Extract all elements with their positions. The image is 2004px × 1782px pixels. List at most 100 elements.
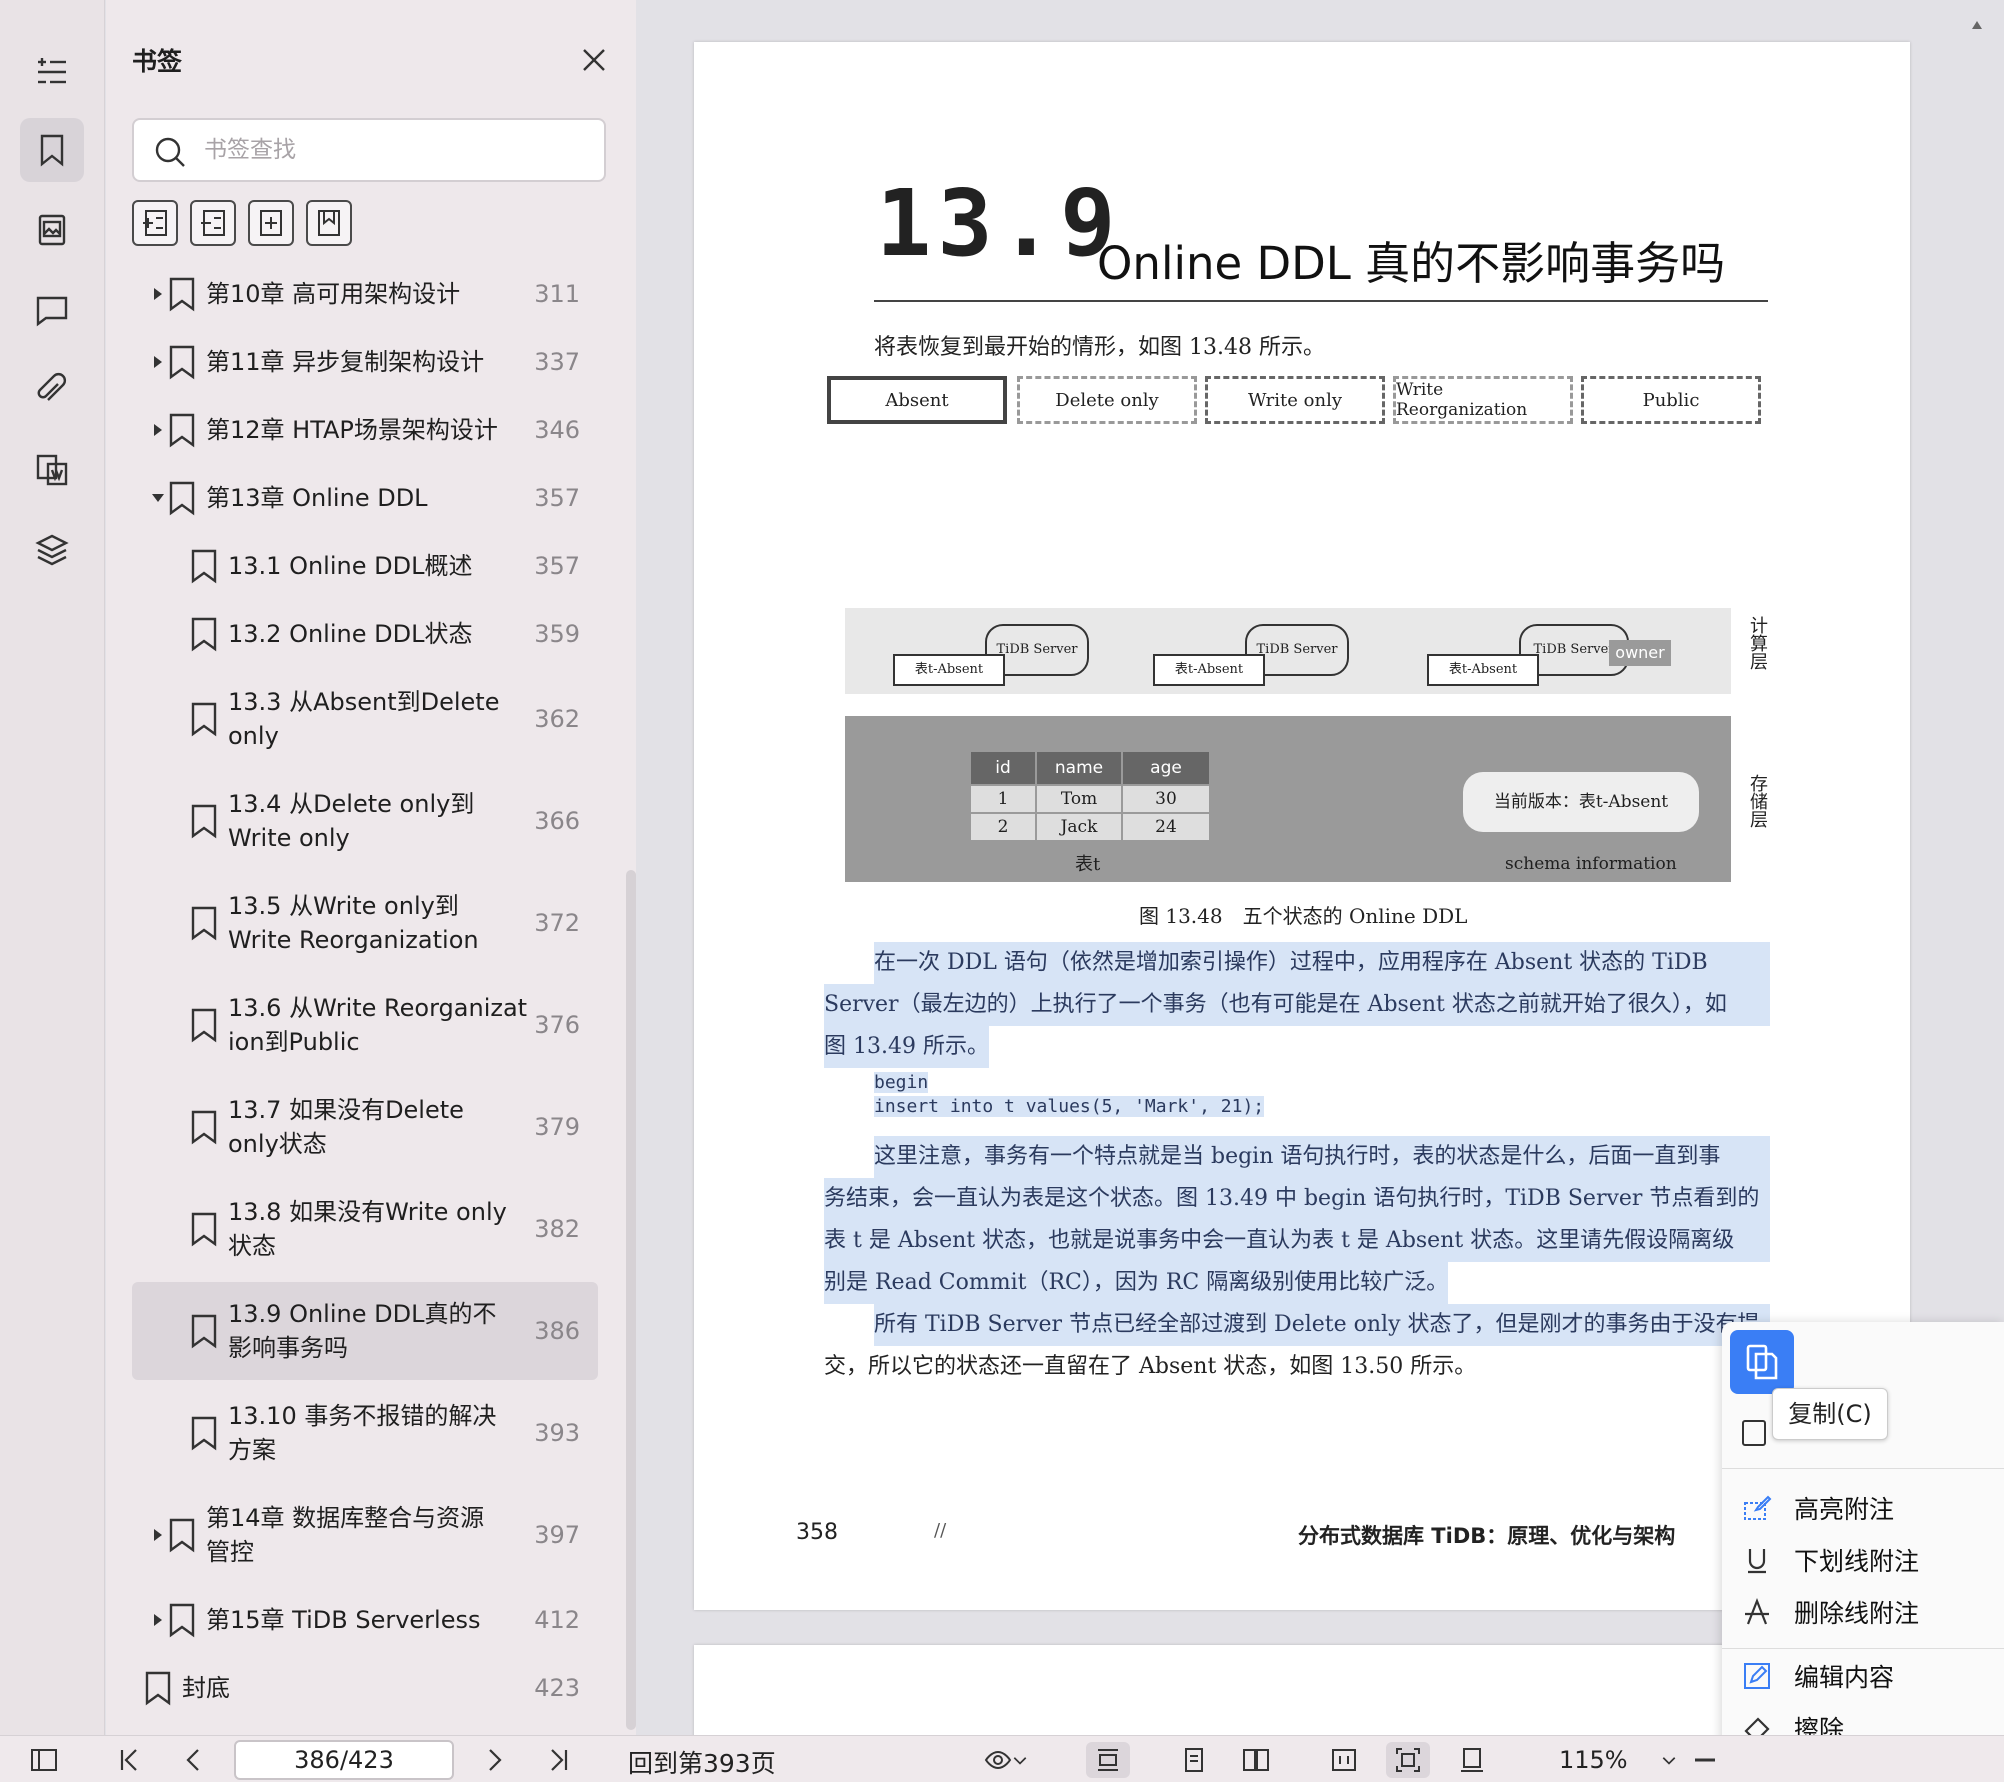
title-rule [874,300,1768,302]
bookmark-item[interactable]: 第15章 TiDB Serverless 412 [132,1588,598,1652]
data-table: id name age 1 Tom 30 2 Jack 24 [969,750,1211,842]
prev-page-button[interactable] [176,1742,212,1778]
bookmark-icon[interactable] [20,118,84,182]
bookmark-item[interactable]: 第13章 Online DDL 357 [132,466,598,530]
bookmark-item[interactable]: 第14章 数据库整合与资源管控 397 [132,1486,598,1584]
menu-item-edit[interactable]: 编辑内容 [1742,1656,1894,1696]
storage-layer-label: 存储层 [1750,774,1768,831]
bookmark-label: 第13章 Online DDL [206,484,428,512]
collapse-icon [201,210,225,236]
sidebar-icon [31,1749,57,1771]
bookmark-item[interactable]: 第12章 HTAP场景架构设计 346 [132,398,598,462]
zoom-select[interactable]: 115% [1553,1742,1683,1778]
bookmark-item-selected[interactable]: 13.9 Online DDL真的不影响事务吗 386 [132,1282,598,1380]
menu-item-label: 高亮附注 [1794,1495,1895,1524]
text-line[interactable]: 所有 TiDB Server 节点已经全部过渡到 Delete only 状态了… [874,1304,1770,1346]
text-line[interactable]: 表 t 是 Absent 状态，也就是说事务中会一直认为表 t 是 Absent… [824,1220,1770,1262]
bookmark-item[interactable]: 13.4 从Delete only到Write only 366 [132,772,598,870]
bookmark-scrollbar[interactable] [626,870,636,1730]
bookmark-label: 13.3 从Absent到Delete only [228,688,500,750]
page-extract-icon[interactable] [20,438,84,502]
last-page-button[interactable] [540,1742,576,1778]
menu-divider [1722,1468,2004,1469]
caret-right-icon[interactable] [150,1527,166,1543]
bookmark-icon [191,1212,217,1247]
schema-label: schema information [1505,854,1677,874]
bookmark-item[interactable]: 第10章 高可用架构设计 311 [132,262,598,326]
caret-right-icon[interactable] [150,354,166,370]
toggle-sidebar-button[interactable] [24,1742,64,1778]
text-line[interactable]: 图 13.49 所示。 [824,1026,989,1068]
bookmark-item[interactable]: 13.6 从Write Reorganization到Public 376 [132,976,598,1074]
menu-item-strikethrough[interactable]: 删除线附注 [1742,1592,1919,1632]
bookmark-label: 13.8 如果没有Write only状态 [228,1198,507,1260]
bookmark-item[interactable]: 13.2 Online DDL状态 359 [132,602,598,666]
code-line[interactable]: begin [874,1072,929,1093]
bookmark-label: 13.1 Online DDL概述 [228,552,473,580]
bookmark-item[interactable]: 13.10 事务不报错的解决方案 393 [132,1384,598,1482]
copy-button[interactable] [1730,1330,1794,1394]
fit-width-button[interactable] [1322,1742,1366,1778]
rotate-icon [1461,1748,1483,1772]
dual-page-button[interactable] [1234,1742,1278,1778]
next-page-button[interactable] [476,1742,512,1778]
caret-right-icon[interactable] [150,422,166,438]
attachment-icon[interactable] [20,358,84,422]
scroll-up-arrow-icon[interactable] [1970,18,1984,32]
text-line[interactable]: 这里注意，事务有一个特点就是当 begin 语句执行时，表的状态是什么，后面一直… [874,1136,1770,1178]
first-page-button[interactable] [112,1742,148,1778]
bookmark-label: 13.4 从Delete only到Write only [228,790,475,852]
caret-right-icon[interactable] [150,286,166,302]
text-line[interactable]: 在一次 DDL 语句（依然是增加索引操作）过程中，应用程序在 Absent 状态… [874,942,1770,984]
rotate-button[interactable] [1450,1742,1494,1778]
fit-page-button[interactable] [1386,1742,1430,1778]
text-line[interactable]: 别是 Read Commit（RC），因为 RC 隔离级别使用比较广泛。 [824,1262,1449,1304]
thumbnail-icon[interactable] [20,198,84,262]
bookmark-icon [169,481,195,516]
bookmark-item[interactable]: 第11章 异步复制架构设计 337 [132,330,598,394]
menu-item-underline[interactable]: 下划线附注 [1742,1540,1919,1580]
bookmark-flag-icon [318,210,340,236]
zoom-out-button[interactable] [1690,1742,1720,1778]
bookmark-item[interactable]: 13.3 从Absent到Delete only 362 [132,670,598,768]
menu-item-label: 删除线附注 [1794,1599,1920,1628]
bookmark-page: 311 [534,280,580,308]
bookmark-item[interactable]: 13.5 从Write only到Write Reorganization 37… [132,874,598,972]
bookmark-item[interactable]: 13.8 如果没有Write only状态 382 [132,1180,598,1278]
comment-icon[interactable] [20,278,84,342]
continuous-scroll-button[interactable] [1086,1742,1130,1778]
bookmark-icon [191,906,217,941]
caret-right-icon[interactable] [150,1612,166,1628]
storage-layer: id name age 1 Tom 30 2 Jack 24 表t 当前版本：表… [845,716,1731,882]
table-cell: 24 [1121,812,1211,842]
table-cell: 2 [969,812,1037,842]
add-bookmark-button[interactable] [248,200,294,246]
single-page-button[interactable] [1172,1742,1216,1778]
bookmark-search [132,118,606,182]
text-line[interactable]: Server（最左边的）上执行了一个事务（也有可能是在 Absent 状态之前就… [824,984,1770,1026]
menu-item-highlight[interactable]: 高亮附注 [1742,1488,1894,1528]
table-state-label: 表t-Absent [1153,654,1265,686]
caret-down-icon[interactable] [150,490,166,506]
bookmark-item[interactable]: 13.7 如果没有Delete only状态 379 [132,1078,598,1176]
bookmark-item[interactable]: 13.1 Online DDL概述 357 [132,534,598,598]
go-back-link[interactable]: 回到第393页 [628,1744,776,1780]
first-page-icon [120,1749,137,1771]
version-box: 当前版本：表t-Absent [1463,772,1699,832]
collapse-all-button[interactable] [190,200,236,246]
bookmark-icon [145,1671,171,1706]
eye-icon [984,1750,1012,1770]
close-icon[interactable] [578,44,610,76]
bookmark-label: 13.6 从Write Reorganization到Public [228,994,528,1056]
text-line[interactable]: 务结束，会一直认为表是这个状态。图 13.49 中 begin 语句执行时，Ti… [824,1178,1770,1220]
page-number-input[interactable] [234,1740,454,1780]
expand-all-button[interactable] [132,200,178,246]
view-mode-button[interactable] [976,1742,1036,1778]
bookmark-label: 第15章 TiDB Serverless [206,1606,481,1634]
toc-icon[interactable] [20,38,84,102]
code-line[interactable]: insert into t values(5, 'Mark', 21); [874,1096,1265,1117]
bookmark-item[interactable]: 封底 423 [132,1656,598,1720]
layers-icon[interactable] [20,518,84,582]
bookmark-flag-button[interactable] [306,200,352,246]
search-input[interactable] [204,130,594,170]
